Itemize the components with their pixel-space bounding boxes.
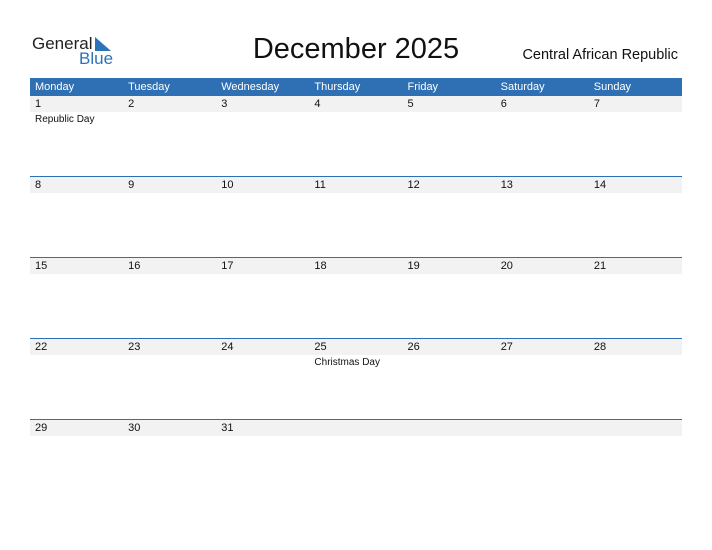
day-cell: 20	[496, 258, 589, 339]
day-cell: 25 Christmas Day	[309, 339, 402, 420]
day-number: 31	[221, 422, 234, 434]
day-number: 26	[407, 341, 420, 353]
week-row: 8 9 10 11 12 13 14	[30, 176, 682, 258]
day-number: 5	[407, 98, 414, 110]
day-number: 4	[314, 98, 321, 110]
day-number: 22	[35, 341, 48, 353]
day-cell	[403, 420, 496, 501]
day-number: 30	[128, 422, 141, 434]
week-row: 29 30 31	[30, 419, 682, 501]
day-number: 28	[593, 341, 607, 353]
day-number: 24	[221, 341, 234, 353]
day-number: 17	[221, 260, 234, 272]
day-number: 21	[593, 260, 607, 272]
week-row: 15 16 17 18 19 20 21	[30, 257, 682, 339]
day-cell: 30	[123, 420, 216, 501]
weekday-header: Monday Tuesday Wednesday Thursday Friday…	[30, 78, 682, 96]
weekday-thursday: Thursday	[314, 81, 361, 93]
day-cell: 28	[589, 339, 682, 420]
day-number: 14	[593, 179, 607, 191]
day-number: 8	[35, 179, 42, 191]
weekday-friday: Friday	[407, 81, 439, 93]
day-number: 19	[407, 260, 420, 272]
day-cell: 31	[216, 420, 309, 501]
day-number: 18	[314, 260, 327, 272]
day-cell: 24	[216, 339, 309, 420]
day-cell: 14	[589, 177, 682, 258]
day-number: 9	[128, 179, 135, 191]
day-cell: 9	[123, 177, 216, 258]
day-number: 1	[35, 98, 42, 110]
day-cell	[589, 420, 682, 501]
day-cell: 26	[403, 339, 496, 420]
day-number: 25	[314, 341, 327, 353]
day-cell: 8	[30, 177, 123, 258]
week-row: 1 Republic Day 2 3 4 5 6 7	[30, 96, 682, 177]
day-cell: 19	[403, 258, 496, 339]
weekday-sunday: Sunday	[593, 81, 632, 93]
day-number: 2	[128, 98, 135, 110]
week-row: 22 23 24 25 Christmas Day 26 27 28	[30, 338, 682, 420]
weekday-monday: Monday	[35, 81, 75, 93]
day-cell: 16	[123, 258, 216, 339]
weekday-wednesday: Wednesday	[221, 81, 280, 93]
day-cell: 1 Republic Day	[30, 96, 123, 177]
day-cell: 21	[589, 258, 682, 339]
day-number: 15	[35, 260, 48, 272]
weekday-tuesday: Tuesday	[128, 81, 170, 93]
day-cell: 29	[30, 420, 123, 501]
day-cell: 18	[309, 258, 402, 339]
day-number: 27	[500, 341, 513, 353]
day-cell: 7	[589, 96, 682, 177]
holiday-label: Republic Day	[35, 114, 95, 125]
day-cell: 5	[403, 96, 496, 177]
holiday-label: Christmas Day	[314, 357, 380, 368]
day-cell: 15	[30, 258, 123, 339]
day-number: 3	[221, 98, 228, 110]
day-number: 20	[500, 260, 513, 272]
weekday-saturday: Saturday	[500, 81, 545, 93]
day-number: 16	[128, 260, 141, 272]
day-cell: 10	[216, 177, 309, 258]
day-number: 10	[221, 179, 234, 191]
day-cell	[496, 420, 589, 501]
day-cell	[309, 420, 402, 501]
day-number: 6	[500, 98, 507, 110]
day-cell: 2	[123, 96, 216, 177]
day-cell: 27	[496, 339, 589, 420]
day-cell: 23	[123, 339, 216, 420]
day-cell: 6	[496, 96, 589, 177]
day-number: 23	[128, 341, 141, 353]
day-cell: 17	[216, 258, 309, 339]
day-cell: 12	[403, 177, 496, 258]
day-number: 7	[593, 98, 600, 110]
day-cell: 13	[496, 177, 589, 258]
day-number: 11	[314, 179, 326, 191]
day-cell: 11	[309, 177, 402, 258]
day-cell: 22	[30, 339, 123, 420]
day-cell: 4	[309, 96, 402, 177]
day-number: 29	[35, 422, 48, 434]
day-number: 13	[500, 179, 513, 191]
day-number: 12	[407, 179, 420, 191]
country-label: Central African Republic	[522, 47, 678, 63]
day-cell: 3	[216, 96, 309, 177]
